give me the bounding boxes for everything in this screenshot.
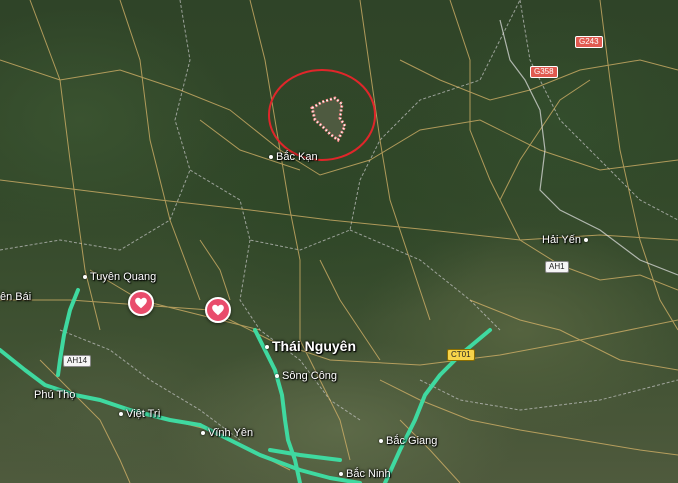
city-dot-icon <box>339 472 343 477</box>
saved-place-pin[interactable] <box>205 297 231 323</box>
place-yen-bai[interactable]: ên Bái <box>0 291 31 303</box>
place-viet-tri[interactable]: Việt Trì <box>116 408 161 420</box>
route-shield-ah14: AH14 <box>63 355 92 367</box>
heart-icon <box>135 297 147 309</box>
route-shield-g243: G243 <box>575 36 603 48</box>
route-shield-ah1: AH1 <box>545 261 569 273</box>
place-thai-nguyen[interactable]: Thái Nguyên <box>262 338 356 354</box>
place-phu-tho[interactable]: Phú Thọ <box>34 389 75 401</box>
place-hai-yen[interactable]: Hải Yến <box>542 234 591 246</box>
city-dot-icon <box>119 412 123 417</box>
place-song-cong[interactable]: Sông Công <box>272 370 337 382</box>
city-dot-icon <box>269 155 273 160</box>
place-vinh-yen[interactable]: Vĩnh Yên <box>198 427 253 439</box>
city-dot-icon <box>265 345 269 350</box>
route-shield-ct01: CT01 <box>447 349 475 361</box>
province-borders <box>0 0 678 441</box>
city-dot-icon <box>201 431 205 436</box>
expressways <box>0 288 492 483</box>
map-canvas[interactable]: Bắc Kạn Hải Yến Tuyên Quang ên Bái Thái … <box>0 0 678 483</box>
saved-place-pin[interactable] <box>128 290 154 316</box>
heart-icon <box>212 304 224 316</box>
city-dot-icon <box>379 439 383 444</box>
city-dot-icon <box>583 238 588 243</box>
place-bac-kan[interactable]: Bắc Kạn <box>266 151 318 163</box>
place-bac-ninh[interactable]: Bắc Ninh <box>336 468 391 480</box>
city-dot-icon <box>275 374 279 379</box>
place-bac-giang[interactable]: Bắc Giang <box>376 435 437 447</box>
city-dot-icon <box>83 275 87 280</box>
place-tuyen-quang[interactable]: Tuyên Quang <box>80 271 156 283</box>
route-shield-g358: G358 <box>530 66 558 78</box>
